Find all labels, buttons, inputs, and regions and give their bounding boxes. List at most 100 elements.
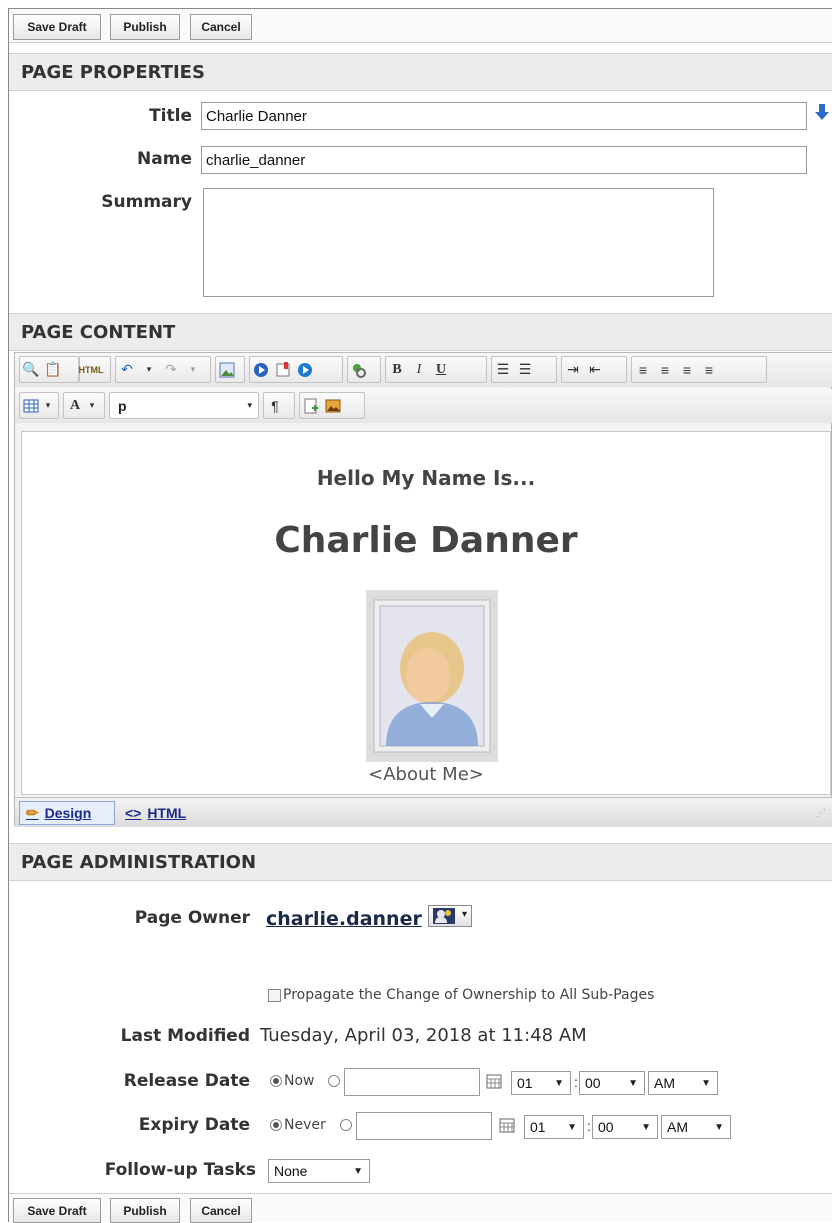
publish-button-bottom[interactable]: Publish [110, 1198, 180, 1223]
italic-icon[interactable]: I [408, 359, 430, 381]
align-center-icon[interactable]: ≡ [654, 359, 676, 381]
title-input[interactable] [201, 102, 807, 130]
resize-grip-icon[interactable]: ⋰ [816, 808, 826, 819]
undo-icon[interactable]: ↶ [116, 359, 138, 381]
expiry-never-radio[interactable] [270, 1119, 282, 1131]
hello-heading: Hello My Name Is... [316, 466, 536, 490]
expiry-ampm-select[interactable]: AM ▼ [661, 1115, 731, 1139]
font-color-icon[interactable]: A [64, 395, 86, 417]
title-label: Title [149, 106, 192, 126]
release-date-radio[interactable] [328, 1075, 340, 1087]
indent-icon[interactable]: ⇥ [562, 359, 584, 381]
release-ampm-select[interactable]: AM ▼ [648, 1071, 718, 1095]
editor-toolbar-row-2: ▾ A ▾ p ▾ ¶ [15, 389, 832, 423]
follow-up-tasks-label: Follow-up Tasks [104, 1160, 256, 1180]
align-left-icon[interactable]: ≡ [632, 359, 654, 381]
undo-dropdown-icon[interactable]: ▾ [138, 359, 160, 381]
arrow-down-icon[interactable] [814, 103, 830, 121]
calendar-icon[interactable] [499, 1117, 515, 1138]
summary-textarea[interactable] [203, 188, 714, 297]
publish-button[interactable]: Publish [110, 14, 180, 40]
page-content-header: PAGE CONTENT [9, 313, 832, 351]
font-color-dropdown-icon[interactable]: ▾ [86, 395, 98, 417]
expiry-date-input[interactable] [356, 1112, 492, 1140]
user-change-icon [432, 907, 456, 930]
editor-mode-bar: ✏ Design <> HTML ⋰ [15, 797, 832, 827]
page-administration-header: PAGE ADMINISTRATION [9, 843, 832, 881]
release-date-input[interactable] [344, 1068, 480, 1096]
image-icon[interactable] [216, 359, 238, 381]
paste-icon[interactable]: 📋 [42, 359, 64, 381]
profile-photo-placeholder [366, 590, 498, 762]
name-input[interactable] [201, 146, 807, 174]
page-owner-link[interactable]: charlie.danner [266, 908, 422, 930]
outdent-icon[interactable]: ⇤ [584, 359, 606, 381]
html-mode-tab[interactable]: <> HTML [119, 801, 199, 825]
person-name-heading: Charlie Danner [274, 520, 578, 561]
align-justify-icon[interactable]: ≡ [698, 359, 720, 381]
design-mode-label: Design [44, 805, 92, 821]
bullet-list-icon[interactable]: ☰ [514, 359, 536, 381]
underline-icon[interactable]: U [430, 359, 452, 381]
insert-image-icon[interactable] [322, 395, 344, 417]
design-mode-tab[interactable]: ✏ Design [19, 801, 115, 825]
expiry-hour-select[interactable]: 01 ▼ [524, 1115, 584, 1139]
chevron-down-icon: ▼ [353, 1165, 363, 1177]
toolbar-group-link [347, 356, 381, 383]
release-minute-value: 00 [585, 1075, 601, 1091]
release-minute-select[interactable]: 00 ▼ [579, 1071, 645, 1095]
cancel-button[interactable]: Cancel [190, 14, 252, 40]
toolbar-group-media [249, 356, 343, 383]
hyperlink-icon[interactable] [348, 359, 370, 381]
expiry-date-label: Expiry Date [138, 1115, 250, 1135]
release-ampm-value: AM [654, 1075, 675, 1091]
expiry-date-radio[interactable] [340, 1119, 352, 1131]
bottom-button-bar: Save Draft Publish Cancel [9, 1193, 832, 1223]
paste-html-icon[interactable]: HTML [79, 359, 104, 381]
propagate-ownership-checkbox[interactable] [268, 989, 281, 1002]
toolbar-group-image [215, 356, 245, 383]
follow-up-tasks-value: None [274, 1163, 308, 1179]
release-now-label: Now [284, 1073, 315, 1089]
save-draft-button-bottom[interactable]: Save Draft [13, 1198, 101, 1223]
save-draft-button[interactable]: Save Draft [13, 14, 101, 40]
find-binoculars-icon[interactable]: 🔍 [20, 359, 42, 381]
media-play-icon[interactable] [250, 359, 272, 381]
bold-icon[interactable]: B [386, 359, 408, 381]
code-brackets-icon: <> [125, 805, 142, 821]
expiry-ampm-value: AM [667, 1119, 688, 1135]
redo-icon[interactable]: ↷ [160, 359, 182, 381]
toolbar-group-indent: ⇥ ⇤ [561, 356, 627, 383]
toolbar-group-insert [299, 392, 365, 419]
toolbar-group-font-color: A ▾ [63, 392, 105, 419]
calendar-icon[interactable] [486, 1073, 502, 1094]
table-icon[interactable] [20, 395, 42, 417]
pencil-icon: ✏ [26, 805, 39, 822]
expiry-hour-value: 01 [530, 1119, 546, 1135]
follow-up-tasks-select[interactable]: None ▼ [268, 1159, 370, 1183]
html-mode-label: HTML [147, 805, 187, 821]
toolbar-group-table: ▾ [19, 392, 59, 419]
time-separator: : [587, 1118, 591, 1134]
flash-icon[interactable] [272, 359, 294, 381]
expiry-minute-select[interactable]: 00 ▼ [592, 1115, 658, 1139]
insert-template-icon[interactable] [300, 395, 322, 417]
owner-change-dropdown[interactable]: ▾ [428, 905, 472, 927]
editor-toolbar-row-1: 🔍 📋 HTML ↶ ▾ ↷ ▾ B I U ☰ ☰ ⇥ ⇤ ≡ ≡ ≡ ≡ [15, 353, 832, 387]
align-right-icon[interactable]: ≡ [676, 359, 698, 381]
editor-design-area[interactable]: Hello My Name Is... Charlie Danner <Abou… [21, 431, 831, 795]
chevron-down-icon: ▼ [554, 1077, 564, 1089]
cancel-button-bottom[interactable]: Cancel [190, 1198, 252, 1223]
release-now-radio[interactable] [270, 1075, 282, 1087]
numbered-list-icon[interactable]: ☰ [492, 359, 514, 381]
toolbar-group-format: B I U [385, 356, 487, 383]
chevron-down-icon: ▼ [714, 1121, 724, 1133]
chevron-down-icon: ▼ [567, 1121, 577, 1133]
format-block-select[interactable]: p ▾ [109, 392, 259, 419]
time-separator: : [574, 1074, 578, 1090]
silverlight-icon[interactable] [294, 359, 316, 381]
paragraph-mark-icon[interactable]: ¶ [264, 395, 286, 417]
table-dropdown-icon[interactable]: ▾ [42, 395, 54, 417]
redo-dropdown-icon[interactable]: ▾ [182, 359, 204, 381]
release-hour-select[interactable]: 01 ▼ [511, 1071, 571, 1095]
